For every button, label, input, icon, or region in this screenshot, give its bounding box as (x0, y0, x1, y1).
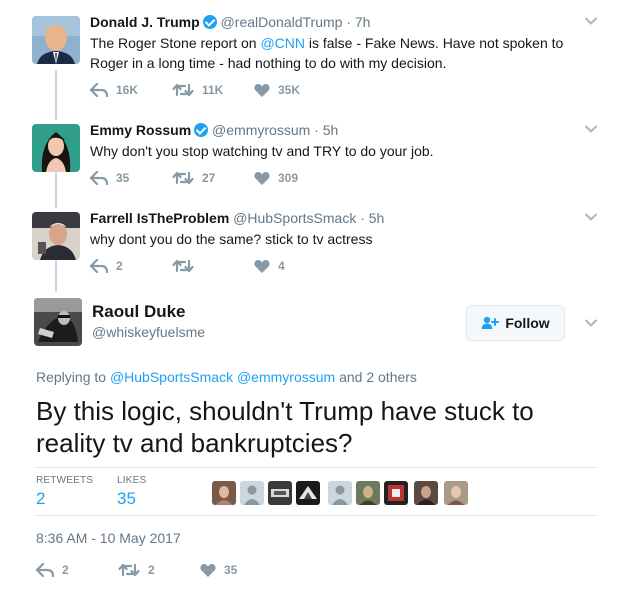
retweet-button[interactable]: 11K (172, 83, 223, 97)
tweet-timestamp[interactable]: 8:36 AM - 10 May 2017 (36, 530, 181, 546)
user-handle[interactable]: @realDonaldTrump (221, 14, 343, 30)
divider (36, 515, 596, 516)
like-count: 309 (278, 171, 299, 185)
tweet-header: Farrell IsTheProblem @HubSportsSmack · 5… (90, 210, 384, 226)
chevron-down-icon[interactable] (584, 210, 598, 224)
retweets-label: RETWEETS (36, 475, 94, 486)
user-handle[interactable]: @HubSportsSmack (233, 210, 356, 226)
reply-button[interactable]: 2 (36, 563, 69, 577)
heart-icon (254, 259, 270, 273)
user-handle[interactable]: @whiskeyfuelsme (92, 324, 205, 340)
verified-badge-icon (194, 123, 209, 137)
avatar[interactable] (34, 298, 82, 346)
reply-icon (90, 259, 108, 273)
chevron-down-icon[interactable] (584, 14, 598, 28)
retweet-button[interactable] (172, 259, 202, 273)
tweet-time[interactable]: · 5h (360, 210, 384, 226)
thread-tweet[interactable]: Farrell IsTheProblem @HubSportsSmack · 5… (0, 198, 632, 288)
retweet-count: 2 (148, 563, 155, 577)
display-name[interactable]: Farrell IsTheProblem (90, 210, 229, 226)
chevron-down-icon[interactable] (584, 316, 598, 330)
user-handle[interactable]: @emmyrossum (212, 122, 310, 138)
tweet-time[interactable]: · 7h (346, 14, 370, 30)
reply-count: 2 (62, 563, 69, 577)
likes-label: LIKES (117, 475, 147, 486)
reply-count: 35 (116, 171, 130, 185)
avatar[interactable] (32, 212, 80, 260)
retweet-count: 27 (202, 171, 216, 185)
reply-icon (90, 171, 108, 185)
main-tweet-text: By this logic, shouldn't Trump have stuc… (36, 396, 534, 458)
retweet-icon (172, 259, 194, 273)
likes-count[interactable]: 35 (117, 489, 136, 509)
like-button[interactable]: 35 (200, 563, 237, 577)
reply-button[interactable]: 35 (90, 171, 129, 185)
liker-avatar[interactable] (240, 481, 264, 505)
liker-avatar[interactable] (212, 481, 236, 505)
replying-to: Replying to @HubSportsSmack @emmyrossum … (36, 369, 417, 385)
like-button[interactable]: 4 (254, 259, 285, 273)
tweet-text: The Roger Stone report on @CNN is false … (90, 35, 564, 71)
tweet-text: why dont you do the same? stick to tv ac… (90, 231, 373, 247)
liker-avatar[interactable] (328, 481, 352, 505)
display-name[interactable]: Raoul Duke (92, 302, 186, 322)
retweet-icon (172, 83, 194, 97)
retweet-icon (172, 171, 194, 185)
heart-icon (200, 563, 216, 577)
liker-avatar[interactable] (444, 481, 468, 505)
like-count: 4 (278, 259, 285, 273)
liker-avatar[interactable] (384, 481, 408, 505)
reply-icon (36, 563, 54, 577)
tweet-header: Emmy Rossum @emmyrossum · 5h (90, 122, 338, 138)
mention-link[interactable]: @HubSportsSmack @emmyrossum (110, 369, 335, 385)
display-name[interactable]: Emmy Rossum (90, 122, 191, 138)
heart-icon (254, 171, 270, 185)
divider (36, 467, 596, 468)
chevron-down-icon[interactable] (584, 122, 598, 136)
like-button[interactable]: 309 (254, 171, 298, 185)
retweet-count: 11K (202, 83, 224, 97)
display-name[interactable]: Donald J. Trump (90, 14, 200, 30)
thread-tweet[interactable]: Donald J. Trump @realDonaldTrump · 7h Th… (0, 0, 632, 110)
heart-icon (254, 83, 270, 97)
reply-button[interactable]: 16K (90, 83, 138, 97)
like-count: 35K (278, 83, 301, 97)
tweet-time[interactable]: · 5h (314, 122, 338, 138)
reply-count: 16K (116, 83, 139, 97)
avatar[interactable] (32, 124, 80, 172)
tweet-header: Donald J. Trump @realDonaldTrump · 7h (90, 14, 370, 30)
liker-avatar[interactable] (414, 481, 438, 505)
mention-link[interactable]: @CNN (260, 35, 305, 51)
verified-badge-icon (202, 15, 217, 29)
retweet-button[interactable]: 2 (118, 563, 155, 577)
liker-avatar[interactable] (296, 481, 320, 505)
retweets-count[interactable]: 2 (36, 489, 45, 509)
add-user-icon (481, 316, 500, 329)
reply-count: 2 (116, 259, 123, 273)
retweet-button[interactable]: 27 (172, 171, 215, 185)
reply-icon (90, 83, 108, 97)
like-count: 35 (224, 563, 238, 577)
avatar[interactable] (32, 16, 80, 64)
liker-avatar[interactable] (268, 481, 292, 505)
like-button[interactable]: 35K (254, 83, 300, 97)
retweet-icon (118, 563, 140, 577)
follow-button[interactable]: Follow (466, 305, 565, 341)
tweet-text: Why don't you stop watching tv and TRY t… (90, 143, 434, 159)
thread-tweet[interactable]: Emmy Rossum @emmyrossum · 5h Why don't y… (0, 110, 632, 198)
liker-avatar[interactable] (356, 481, 380, 505)
reply-button[interactable]: 2 (90, 259, 123, 273)
follow-label: Follow (505, 315, 550, 331)
